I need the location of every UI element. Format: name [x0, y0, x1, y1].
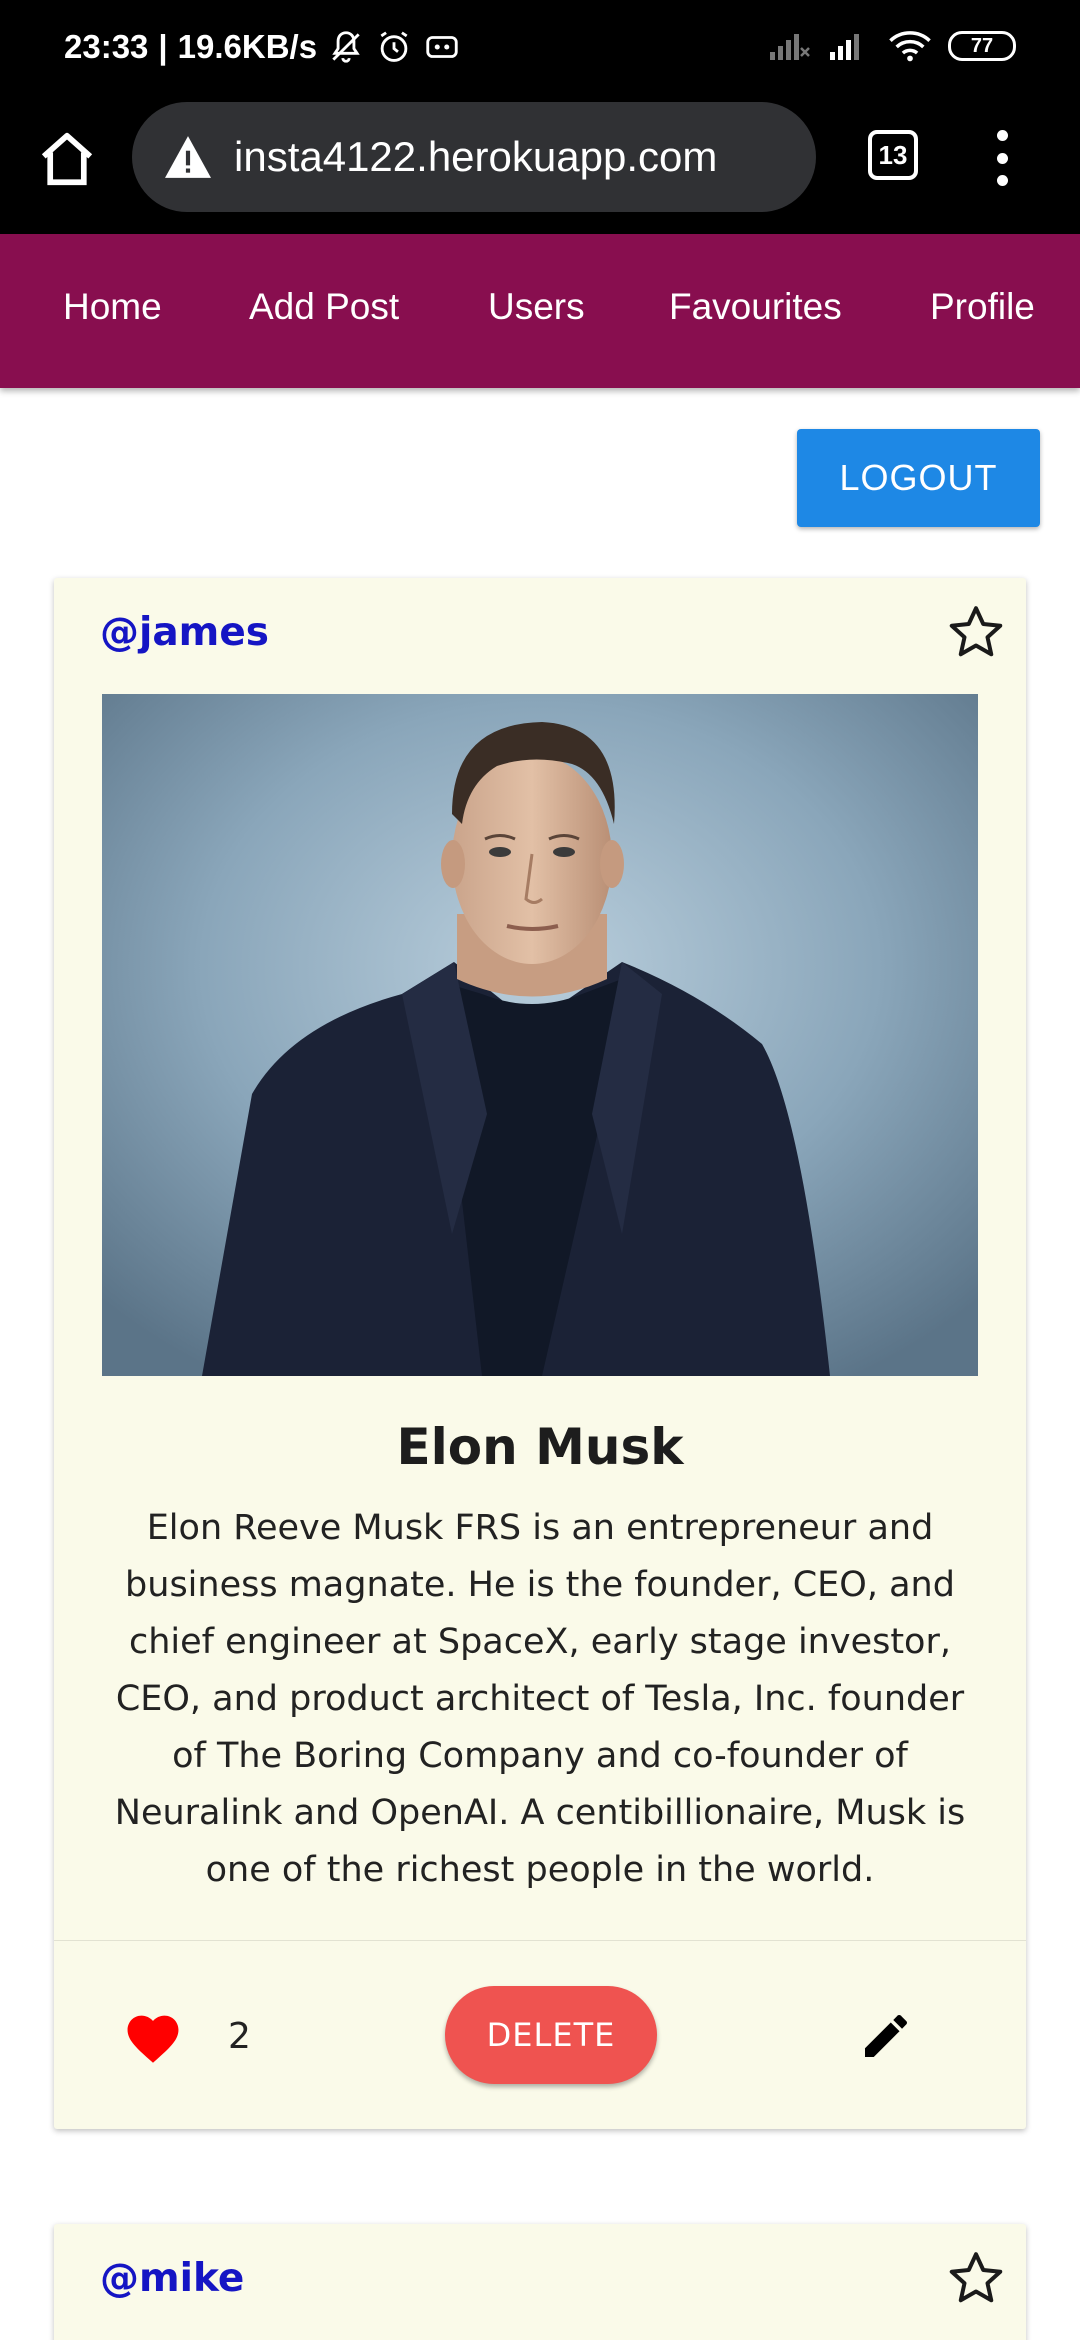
- address-bar[interactable]: insta4122.herokuapp.com: [132, 102, 816, 212]
- mute-bell-icon: [332, 31, 360, 63]
- portrait-illustration: [102, 694, 978, 1376]
- post-username[interactable]: @james: [100, 610, 269, 655]
- menu-dot: [996, 130, 1008, 141]
- network-speed: 19.6KB/s: [177, 28, 318, 65]
- signal-icon: [770, 34, 810, 60]
- wifi-icon: [889, 31, 931, 62]
- more-vert-icon[interactable]: [990, 130, 1014, 186]
- status-separator: |: [158, 28, 168, 65]
- nav-home[interactable]: Home: [63, 286, 162, 328]
- tabs-icon[interactable]: 13: [868, 130, 918, 180]
- post-username[interactable]: @mike: [100, 2256, 244, 2301]
- nav-profile[interactable]: Profile: [930, 286, 1035, 328]
- status-right: 77: [768, 30, 1016, 62]
- post-card: @james Elon Musk Elon Reeve Musk FRS is …: [54, 578, 1026, 2129]
- star-outline-icon[interactable]: [946, 2248, 1006, 2308]
- post-title: Elon Musk: [396, 1418, 684, 1476]
- nav-users[interactable]: Users: [488, 286, 585, 328]
- pencil-icon[interactable]: [858, 2008, 914, 2064]
- url-text[interactable]: insta4122.herokuapp.com: [234, 133, 717, 181]
- voicemail-icon: [426, 36, 458, 58]
- logout-button[interactable]: LOGOUT: [797, 429, 1040, 527]
- status-time: 23:33: [64, 28, 149, 65]
- battery-level: 77: [970, 34, 994, 57]
- menu-dot: [996, 152, 1008, 164]
- alarm-icon: [380, 31, 408, 62]
- browser-toolbar: insta4122.herokuapp.com 13: [0, 100, 1080, 234]
- post-image: [102, 694, 978, 1376]
- nav-favourites[interactable]: Favourites: [669, 286, 842, 328]
- delete-button[interactable]: DELETE: [445, 1986, 657, 2084]
- card-divider: [54, 1940, 1026, 1941]
- menu-dot: [996, 175, 1008, 186]
- like-count: 2: [228, 2016, 251, 2057]
- nav-add-post[interactable]: Add Post: [249, 286, 399, 328]
- battery-icon: 77: [948, 31, 1016, 61]
- warning-icon[interactable]: [162, 134, 214, 180]
- tab-count: 13: [878, 139, 908, 170]
- post-description: Elon Reeve Musk FRS is an entrepreneur a…: [114, 1508, 966, 1890]
- heart-icon[interactable]: [122, 2008, 184, 2064]
- signal-icon: [830, 34, 859, 60]
- star-outline-icon[interactable]: [946, 602, 1006, 662]
- main-nav: Home Add Post Users Favourites Profile: [0, 234, 1080, 388]
- post-card: @mike: [54, 2224, 1026, 2340]
- status-left: 23:33 | 19.6KB/s: [64, 28, 461, 66]
- home-icon[interactable]: [36, 128, 98, 190]
- status-bar: 23:33 | 19.6KB/s 77: [0, 0, 1080, 100]
